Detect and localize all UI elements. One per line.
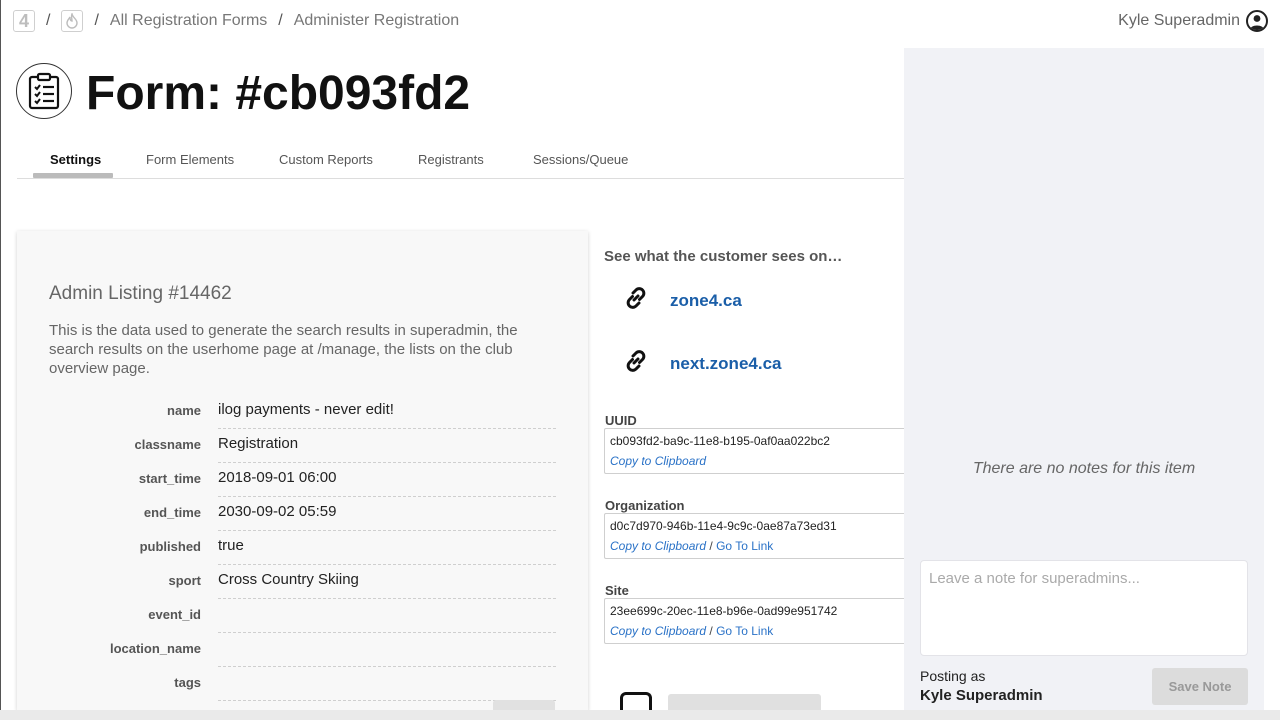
- user-avatar-icon: [1246, 10, 1268, 32]
- field-label: classname: [134, 437, 202, 452]
- save-note-button[interactable]: Save Note: [1152, 668, 1248, 705]
- copy-organization-button[interactable]: Copy to Clipboard: [610, 539, 706, 553]
- field-value: true: [218, 537, 556, 565]
- breadcrumb-separator: /: [94, 12, 99, 29]
- home-logo-text: 4: [18, 10, 29, 31]
- tab-sessions-queue[interactable]: Sessions/Queue: [533, 152, 628, 167]
- field-value: ilog payments - never edit!: [218, 401, 556, 429]
- link-icon: [622, 284, 650, 317]
- admin-listing-fields: name ilog payments - never edit! classnam…: [17, 398, 588, 704]
- field-value: [218, 673, 556, 701]
- uuid-field: cb093fd2-ba9c-11e8-b195-0af0aa022bc2 Cop…: [604, 428, 914, 474]
- organization-field: d0c7d970-946b-11e4-9c9c-0ae87a73ed31 Cop…: [604, 513, 914, 559]
- admin-listing-title: Admin Listing #14462: [49, 283, 232, 304]
- field-value: [218, 605, 556, 633]
- field-label: name: [167, 403, 201, 418]
- copy-site-button[interactable]: Copy to Clipboard: [610, 624, 706, 638]
- site-go-link[interactable]: Go To Link: [716, 624, 773, 638]
- link-zone4[interactable]: zone4.ca: [670, 291, 742, 311]
- customer-link-row: zone4.ca: [622, 284, 742, 317]
- field-row-end-time: end_time 2030-09-02 05:59: [17, 500, 588, 534]
- field-row-published: published true: [17, 534, 588, 568]
- flame-icon[interactable]: [61, 10, 84, 32]
- link-icon: [622, 347, 650, 380]
- tab-custom-reports[interactable]: Custom Reports: [279, 152, 373, 167]
- bottom-edge: [0, 710, 1280, 720]
- field-row-start-time: start_time 2018-09-01 06:00: [17, 466, 588, 500]
- field-label: tags: [174, 675, 201, 690]
- breadcrumb-administer[interactable]: Administer Registration: [294, 12, 459, 30]
- site-field: 23ee699c-20ec-11e8-b96e-0ad99e951742 Cop…: [604, 598, 914, 644]
- field-label: event_id: [148, 607, 201, 622]
- field-value: 2018-09-01 06:00: [218, 469, 556, 497]
- home-logo[interactable]: 4: [13, 10, 35, 32]
- note-input[interactable]: Leave a note for superadmins...: [920, 560, 1248, 656]
- copy-uuid-button[interactable]: Copy to Clipboard: [610, 454, 706, 468]
- organization-value[interactable]: d0c7d970-946b-11e4-9c9c-0ae87a73ed31: [610, 519, 837, 533]
- field-label: location_name: [109, 641, 201, 656]
- uuid-label: UUID: [605, 413, 637, 428]
- field-label: sport: [168, 573, 202, 588]
- window-edge: [0, 0, 1, 720]
- page-title: Form: #cb093fd2: [86, 67, 471, 120]
- user-name: Kyle Superadmin: [1118, 12, 1240, 29]
- id-card-icon: [620, 692, 652, 710]
- active-tab-indicator: [33, 173, 113, 178]
- field-label: start_time: [138, 471, 201, 486]
- field-value: 2030-09-02 05:59: [218, 503, 556, 531]
- field-value: Cross Country Skiing: [218, 571, 556, 599]
- field-row-classname: classname Registration: [17, 432, 588, 466]
- link-next-zone4[interactable]: next.zone4.ca: [670, 354, 782, 374]
- field-row-tags: tags: [17, 670, 588, 704]
- tab-registrants[interactable]: Registrants: [418, 152, 484, 167]
- notes-empty-text: There are no notes for this item: [972, 460, 1196, 477]
- tab-settings[interactable]: Settings: [50, 152, 101, 167]
- field-row-location-name: location_name: [17, 636, 588, 670]
- action-separator: /: [709, 624, 713, 638]
- tab-form-elements[interactable]: Form Elements: [146, 152, 234, 167]
- clipboard-checklist-icon: [16, 63, 72, 119]
- field-label: published: [139, 539, 201, 554]
- posting-as-label: Posting as: [920, 668, 986, 684]
- tab-bar: Settings Form Elements Custom Reports Re…: [17, 148, 904, 179]
- field-row-sport: sport Cross Country Skiing: [17, 568, 588, 602]
- admin-listing-card: Admin Listing #14462 This is the data us…: [17, 231, 588, 711]
- breadcrumb-separator: /: [278, 12, 283, 29]
- field-value: [218, 639, 556, 667]
- posting-as-user: Kyle Superadmin: [920, 687, 1043, 704]
- user-menu[interactable]: Kyle Superadmin: [1118, 10, 1268, 32]
- notes-panel: There are no notes for this item Leave a…: [904, 48, 1264, 720]
- action-separator: /: [709, 539, 713, 553]
- site-value[interactable]: 23ee699c-20ec-11e8-b96e-0ad99e951742: [610, 604, 837, 618]
- field-row-event-id: event_id: [17, 602, 588, 636]
- field-label: end_time: [143, 505, 201, 520]
- customer-view-title: See what the customer sees on…: [604, 248, 843, 265]
- organization-go-link[interactable]: Go To Link: [716, 539, 773, 553]
- breadcrumb-separator: /: [46, 12, 51, 29]
- breadcrumb-all-forms[interactable]: All Registration Forms: [110, 12, 267, 30]
- breadcrumb: 4 / / All Registration Forms / Administe…: [13, 8, 459, 34]
- field-value: Registration: [218, 435, 556, 463]
- customer-link-row: next.zone4.ca: [622, 347, 782, 380]
- site-label: Site: [605, 583, 629, 598]
- field-row-name: name ilog payments - never edit!: [17, 398, 588, 432]
- organization-label: Organization: [605, 498, 685, 513]
- admin-listing-description: This is the data used to generate the se…: [49, 322, 518, 377]
- uuid-value[interactable]: cb093fd2-ba9c-11e8-b195-0af0aa022bc2: [610, 434, 830, 448]
